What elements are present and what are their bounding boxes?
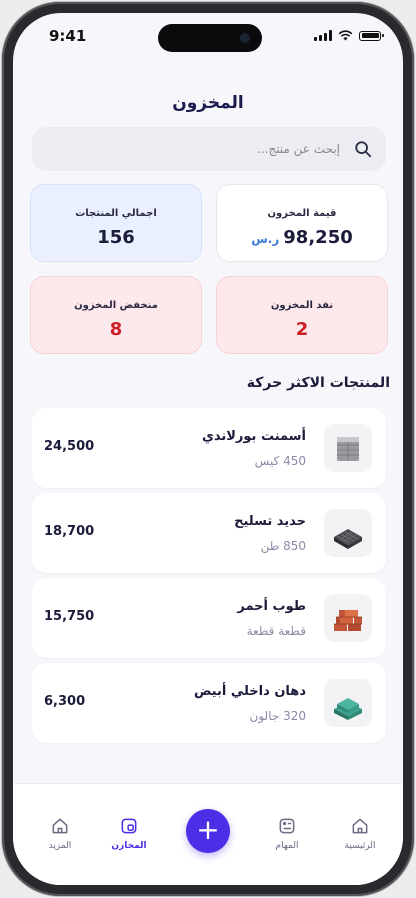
product-quantity: قطعة قطعة — [246, 624, 306, 638]
out-of-stock-value: 2 — [295, 319, 309, 340]
status-icons — [314, 30, 384, 41]
tab-label: الرئيسية — [344, 841, 376, 851]
tab-more[interactable]: المزيد — [30, 816, 90, 851]
screen: 9:41 المخزون قيمة المخزون 98,250ر.س — [13, 13, 403, 885]
product-item[interactable]: أسمنت بورلاندي 450 كيس 24,500 — [32, 408, 386, 488]
tab-tasks[interactable]: المهام — [257, 816, 317, 851]
product-item[interactable]: دهان داخلي أبيض 320 جالون 6,300 — [32, 663, 386, 743]
total-products-card[interactable]: اجمالي المنتجات 156 — [30, 184, 202, 262]
product-amount: 24,500 — [44, 439, 95, 454]
tasks-icon — [279, 818, 295, 834]
wifi-icon — [338, 30, 353, 41]
cellular-signal-icon — [314, 30, 332, 41]
low-stock-label: منخفض المخزون — [74, 300, 158, 311]
out-of-stock-label: نفد المخزون — [270, 300, 334, 311]
low-stock-card[interactable]: منخفض المخزون 8 — [30, 276, 202, 354]
product-name: حديد تسليح — [234, 514, 306, 529]
low-stock-value: 8 — [109, 319, 123, 340]
page-title: المخزون — [172, 93, 244, 113]
product-amount: 6,300 — [44, 694, 86, 709]
home-icon — [52, 818, 68, 834]
search-input[interactable] — [46, 141, 342, 157]
product-quantity: 320 جالون — [249, 709, 306, 723]
inventory-icon — [121, 818, 137, 834]
product-name: طوب أحمر — [237, 599, 306, 614]
out-of-stock-card[interactable]: نفد المخزون 2 — [216, 276, 388, 354]
dynamic-island — [158, 24, 262, 52]
section-title: المنتجات الاكثر حركة — [246, 375, 390, 391]
currency-label: ر.س — [251, 232, 280, 246]
cement-bags-icon — [324, 424, 372, 472]
bottom-tab-bar: المزيد المخازن + المهام الرئيسية — [13, 783, 403, 885]
camera-icon — [240, 33, 250, 43]
product-amount: 18,700 — [44, 524, 95, 539]
search-bar[interactable] — [32, 127, 386, 171]
paint-cans-icon — [324, 679, 372, 727]
total-products-label: اجمالي المنتجات — [75, 208, 157, 219]
tab-home[interactable]: الرئيسية — [330, 816, 390, 851]
stock-value: 98,250ر.س — [217, 227, 387, 248]
add-button[interactable]: + — [186, 809, 230, 853]
product-quantity: 850 طن — [260, 539, 306, 553]
tab-inventory[interactable]: المخازن — [99, 816, 159, 851]
product-quantity: 450 كيس — [254, 454, 306, 468]
stock-value-amount: 98,250 — [283, 227, 353, 248]
tab-label: المخازن — [111, 841, 147, 851]
red-bricks-icon — [324, 594, 372, 642]
product-item[interactable]: حديد تسليح 850 طن 18,700 — [32, 493, 386, 573]
battery-icon — [359, 30, 384, 41]
home-icon — [352, 818, 368, 834]
search-icon — [355, 141, 372, 158]
product-name: أسمنت بورلاندي — [201, 429, 306, 444]
product-item[interactable]: طوب أحمر قطعة قطعة 15,750 — [32, 578, 386, 658]
status-time: 9:41 — [49, 27, 87, 45]
tab-label: المزيد — [48, 841, 72, 851]
tab-label: المهام — [275, 841, 299, 851]
stock-value-label: قيمة المخزون — [267, 208, 337, 219]
total-products-value: 156 — [97, 227, 135, 248]
product-amount: 15,750 — [44, 609, 95, 624]
phone-frame: 9:41 المخزون قيمة المخزون 98,250ر.س — [2, 2, 414, 896]
stock-value-card[interactable]: قيمة المخزون 98,250ر.س — [216, 184, 388, 262]
steel-rebar-icon — [324, 509, 372, 557]
product-name: دهان داخلي أبيض — [193, 684, 306, 699]
